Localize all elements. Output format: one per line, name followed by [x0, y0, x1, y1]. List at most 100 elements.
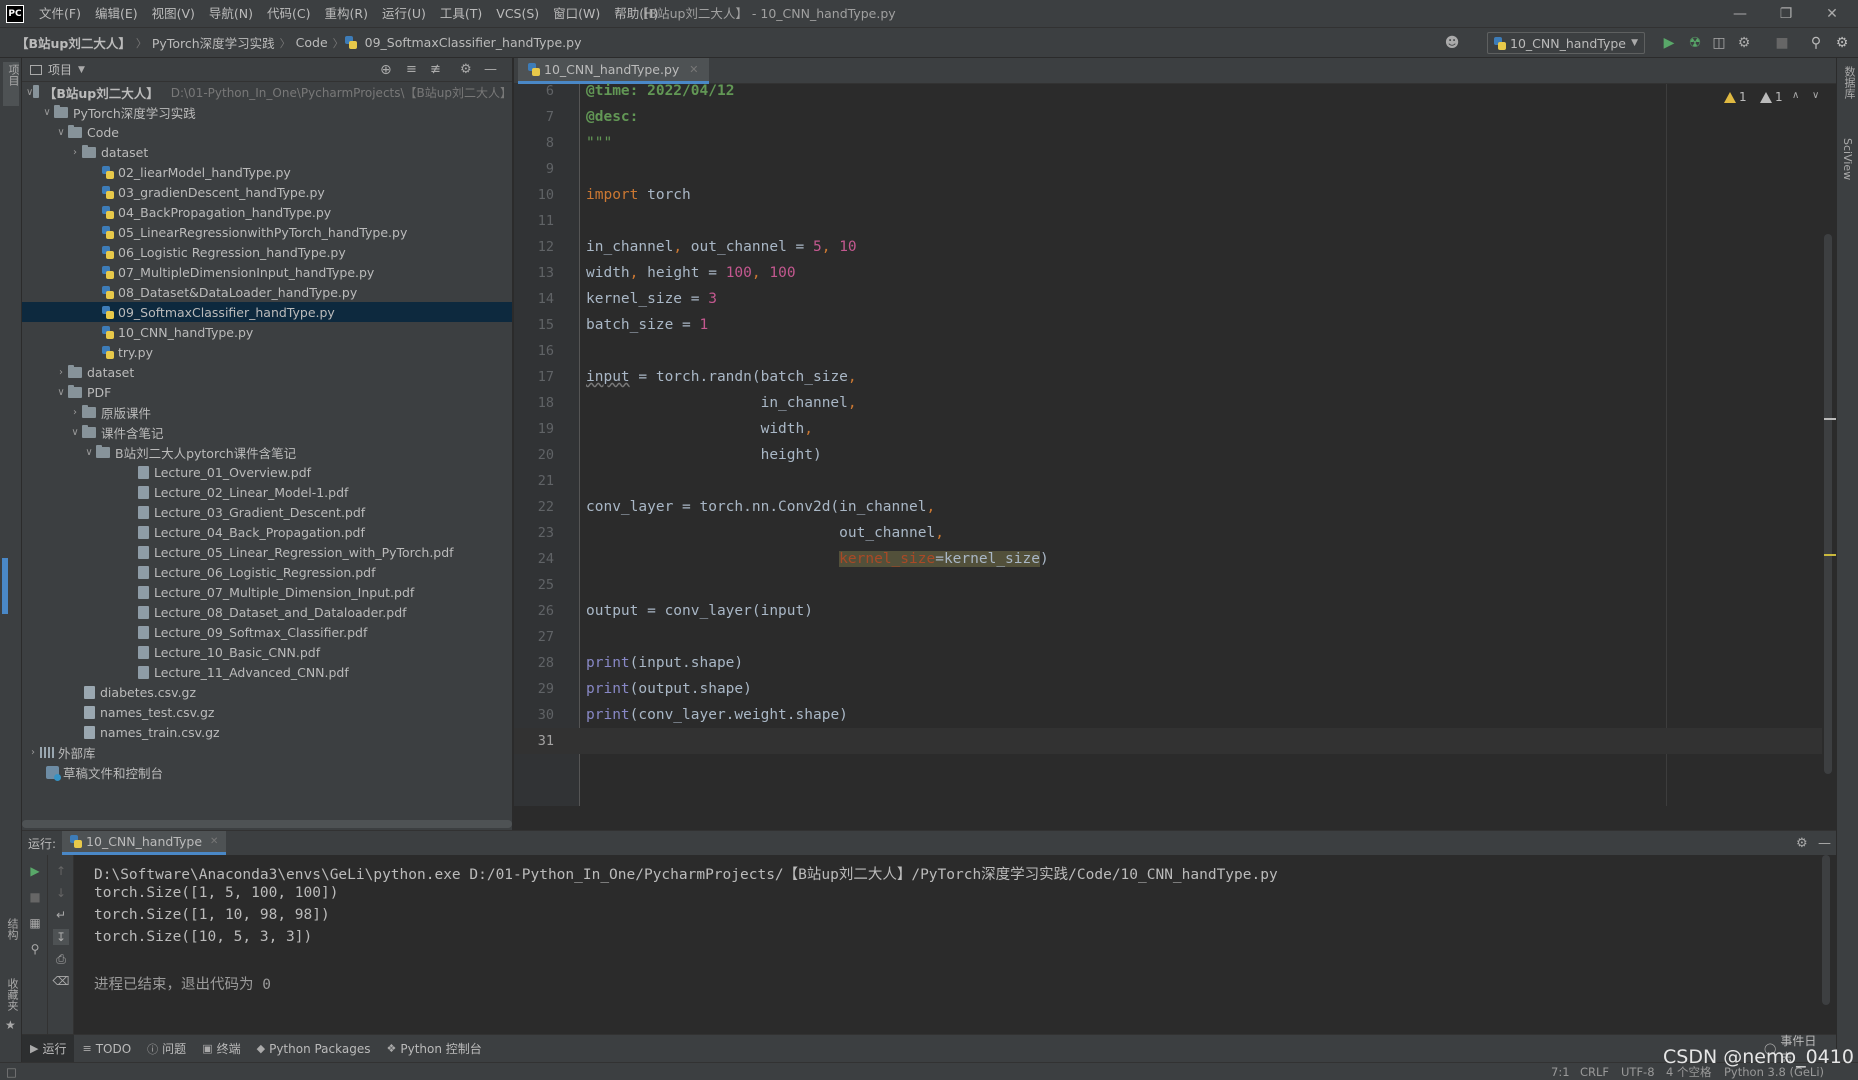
restore-icon[interactable]: ❐: [1763, 0, 1809, 28]
tool-python-console[interactable]: ❖ Python 控制台: [378, 1035, 489, 1063]
settings-icon[interactable]: ⚙: [1832, 33, 1852, 53]
stop-icon[interactable]: ■: [27, 889, 43, 905]
tree-item-archive[interactable]: names_test.csv.gz: [22, 702, 512, 722]
rerun-icon[interactable]: ▶: [27, 863, 43, 879]
tool-todo[interactable]: ≡ TODO: [74, 1035, 139, 1063]
tree-item-pdf[interactable]: Lecture_10_Basic_CNN.pdf: [22, 642, 512, 662]
database-tool-label[interactable]: 数据库: [1841, 66, 1857, 99]
tree-item-file[interactable]: 02_liearModel_handType.py: [22, 162, 512, 182]
tree-item-folder[interactable]: ∨ 课件含笔记: [22, 422, 512, 442]
project-tool-button[interactable]: 项目: [3, 62, 20, 106]
tree-item-file[interactable]: 06_Logistic Regression_handType.py: [22, 242, 512, 262]
menu-navigate[interactable]: 导航(N): [202, 0, 260, 28]
tree-item-folder[interactable]: ∨ B站刘二大人pytorch课件含笔记: [22, 442, 512, 462]
menu-window[interactable]: 窗口(W): [546, 0, 607, 28]
breadcrumb-file[interactable]: 09_SoftmaxClassifier_handType.py: [361, 35, 586, 50]
tree-item-folder[interactable]: ∨ PDF: [22, 382, 512, 402]
tree-item-pdf[interactable]: Lecture_07_Multiple_Dimension_Input.pdf: [22, 582, 512, 602]
structure-tool-label[interactable]: 结构: [4, 918, 20, 940]
tree-item-archive[interactable]: diabetes.csv.gz: [22, 682, 512, 702]
profile-icon[interactable]: ⚙: [1734, 33, 1754, 53]
search-icon[interactable]: ⚲: [1806, 33, 1826, 53]
status-line-separator[interactable]: CRLF: [1580, 1063, 1609, 1080]
menu-code[interactable]: 代码(C): [260, 0, 317, 28]
arrow-up-icon[interactable]: ↑: [53, 863, 69, 879]
tree-item-pdf[interactable]: Lecture_09_Softmax_Classifier.pdf: [22, 622, 512, 642]
chevron-down-icon[interactable]: ▼: [78, 65, 85, 75]
status-window-icon[interactable]: □: [6, 1063, 17, 1080]
tool-problems[interactable]: ⓘ 问题: [139, 1035, 194, 1063]
favorites-tool-label[interactable]: 收藏夹: [4, 978, 20, 1011]
menu-edit[interactable]: 编辑(E): [88, 0, 145, 28]
tree-item-file[interactable]: try.py: [22, 342, 512, 362]
tree-item-folder[interactable]: › 原版课件: [22, 402, 512, 422]
close-tab-icon[interactable]: ✕: [210, 836, 218, 847]
menu-refactor[interactable]: 重构(R): [318, 0, 375, 28]
tree-item-file-selected[interactable]: 09_SoftmaxClassifier_handType.py: [22, 302, 512, 322]
tree-item-pdf[interactable]: Lecture_03_Gradient_Descent.pdf: [22, 502, 512, 522]
hide-panel-icon[interactable]: —: [1818, 836, 1831, 851]
menu-vcs[interactable]: VCS(S): [489, 0, 546, 28]
stop-icon[interactable]: ■: [1772, 33, 1792, 53]
close-icon[interactable]: ✕: [1809, 0, 1855, 28]
tree-item-file[interactable]: 10_CNN_handType.py: [22, 322, 512, 342]
tool-python-packages[interactable]: ◆ Python Packages: [249, 1035, 379, 1063]
menu-tools[interactable]: 工具(T): [433, 0, 489, 28]
tree-item-folder[interactable]: › dataset: [22, 142, 512, 162]
expand-all-icon[interactable]: ≡: [406, 62, 417, 77]
trash-icon[interactable]: ⌫: [53, 973, 70, 989]
run-tab[interactable]: 10_CNN_handType ✕: [62, 831, 227, 855]
tree-item-file[interactable]: 08_Dataset&DataLoader_handType.py: [22, 282, 512, 302]
horizontal-scrollbar[interactable]: [22, 820, 512, 828]
tree-item-project-root[interactable]: ∨ 【B站up刘二大人】 D:\01-Python_In_One\Pycharm…: [22, 82, 512, 102]
tree-item-pdf[interactable]: Lecture_06_Logistic_Regression.pdf: [22, 562, 512, 582]
user-icon[interactable]: ☻: [1442, 33, 1462, 53]
code-editor[interactable]: 1 1 ∧ ∨ 6 @time: 2022/04/12 7 @desc: 8 """ …: [514, 83, 1836, 806]
tool-run[interactable]: ▶ 运行: [22, 1034, 75, 1063]
tree-item-pdf[interactable]: Lecture_02_Linear_Model-1.pdf: [22, 482, 512, 502]
menu-file[interactable]: 文件(F): [32, 0, 88, 28]
pin-icon[interactable]: ⚲: [27, 941, 43, 957]
arrow-down-icon[interactable]: ↓: [53, 885, 69, 901]
console-scrollbar[interactable]: [1822, 855, 1830, 1005]
gear-icon[interactable]: ⚙: [1796, 836, 1808, 851]
project-panel-title[interactable]: 项目: [48, 61, 72, 78]
tree-item-file[interactable]: 03_gradienDescent_handType.py: [22, 182, 512, 202]
tool-terminal[interactable]: ▣ 终端: [194, 1035, 248, 1063]
tree-item-pdf[interactable]: Lecture_05_Linear_Regression_with_PyTorc…: [22, 542, 512, 562]
tree-item-pdf[interactable]: Lecture_01_Overview.pdf: [22, 462, 512, 482]
tree-item-file[interactable]: 04_BackPropagation_handType.py: [22, 202, 512, 222]
tree-item-file[interactable]: 07_MultipleDimensionInput_handType.py: [22, 262, 512, 282]
status-caret-position[interactable]: 7:1: [1551, 1063, 1570, 1080]
status-encoding[interactable]: UTF-8: [1621, 1063, 1655, 1080]
tree-item-folder[interactable]: › dataset: [22, 362, 512, 382]
menu-run[interactable]: 运行(U): [375, 0, 433, 28]
breadcrumb-folder[interactable]: PyTorch深度学习实践: [148, 33, 279, 52]
coverage-icon[interactable]: ◫: [1709, 33, 1729, 53]
scroll-handle[interactable]: [2, 558, 8, 614]
scroll-to-end-icon[interactable]: ↧: [53, 929, 69, 945]
print-icon[interactable]: ⎙: [53, 951, 69, 967]
tree-item-pdf[interactable]: Lecture_08_Dataset_and_Dataloader.pdf: [22, 602, 512, 622]
hide-panel-icon[interactable]: —: [484, 62, 497, 77]
close-tab-icon[interactable]: ✕: [689, 63, 698, 76]
layout-icon[interactable]: ▦: [27, 915, 43, 931]
tree-item-file[interactable]: 05_LinearRegressionwithPyTorch_handType.…: [22, 222, 512, 242]
tree-item-external-libraries[interactable]: › 外部库: [22, 742, 512, 762]
debug-icon[interactable]: ☢: [1685, 33, 1705, 53]
tree-item-pdf[interactable]: Lecture_04_Back_Propagation.pdf: [22, 522, 512, 542]
menu-view[interactable]: 视图(V): [145, 0, 202, 28]
gear-icon[interactable]: ⚙: [460, 62, 472, 77]
breadcrumb-code[interactable]: Code: [292, 35, 332, 50]
tree-item-archive[interactable]: names_train.csv.gz: [22, 722, 512, 742]
run-configuration-select[interactable]: 10_CNN_handType ▼: [1487, 32, 1645, 54]
sciview-tool-label[interactable]: SciView: [1841, 138, 1854, 180]
breadcrumb-project[interactable]: 【B站up刘二大人】: [12, 33, 135, 52]
minimize-icon[interactable]: —: [1717, 0, 1763, 28]
collapse-all-icon[interactable]: ≢: [430, 62, 441, 77]
tree-item-folder[interactable]: ∨ Code: [22, 122, 512, 142]
tree-item-pdf[interactable]: Lecture_11_Advanced_CNN.pdf: [22, 662, 512, 682]
locate-icon[interactable]: ⊕: [380, 62, 392, 78]
soft-wrap-icon[interactable]: ↵: [53, 907, 69, 923]
run-icon[interactable]: ▶: [1659, 33, 1679, 53]
